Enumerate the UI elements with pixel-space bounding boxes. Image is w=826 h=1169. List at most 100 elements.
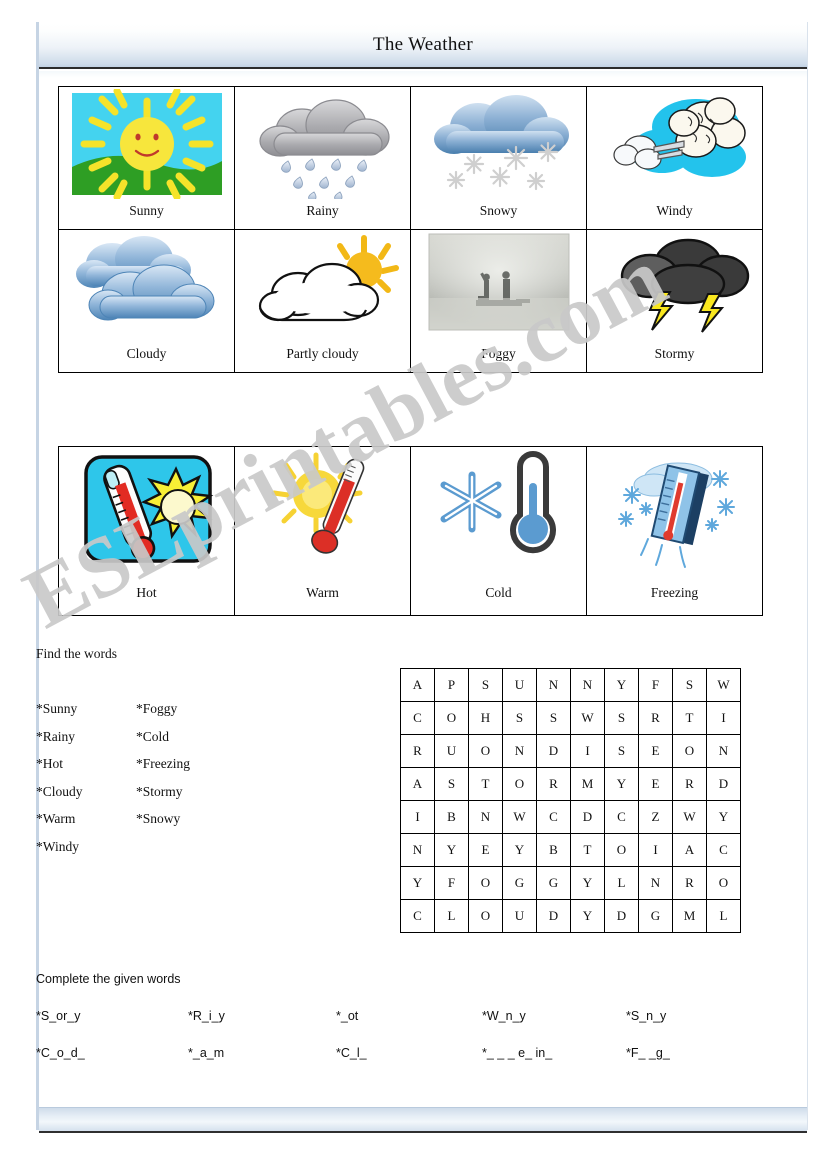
weather-card-foggy[interactable]: Foggy — [410, 229, 587, 373]
word-search-cell[interactable]: M — [672, 899, 707, 933]
word-search-cell[interactable]: L — [434, 899, 469, 933]
word-search-cell[interactable]: R — [672, 866, 707, 900]
word-search-cell[interactable]: O — [468, 866, 503, 900]
word-search-cell[interactable]: T — [570, 833, 605, 867]
complete-word-item[interactable]: *C_o_d_ — [36, 1046, 85, 1060]
word-search-cell[interactable]: E — [468, 833, 503, 867]
weather-card-stormy[interactable]: Stormy — [586, 229, 763, 373]
word-search-cell[interactable]: N — [706, 734, 741, 768]
word-search-cell[interactable]: N — [638, 866, 673, 900]
complete-word-item[interactable]: *S_or_y — [36, 1009, 80, 1023]
word-search-cell[interactable]: B — [536, 833, 571, 867]
word-search-cell[interactable]: T — [672, 701, 707, 735]
temperature-card-cold[interactable]: Cold — [410, 446, 587, 616]
word-search-cell[interactable]: U — [434, 734, 469, 768]
word-search-cell[interactable]: R — [638, 701, 673, 735]
temperature-card-freezing[interactable]: Freezing — [586, 446, 763, 616]
word-search-cell[interactable]: W — [672, 800, 707, 834]
word-search-cell[interactable]: M — [570, 767, 605, 801]
complete-word-item[interactable]: *W_n_y — [482, 1009, 526, 1023]
word-search-cell[interactable]: O — [434, 701, 469, 735]
word-search-cell[interactable]: Y — [706, 800, 741, 834]
word-search-cell[interactable]: R — [536, 767, 571, 801]
complete-word-item[interactable]: *S_n_y — [626, 1009, 666, 1023]
weather-card-windy[interactable]: Windy — [586, 86, 763, 230]
word-search-cell[interactable]: S — [468, 668, 503, 702]
word-search-cell[interactable]: L — [604, 866, 639, 900]
word-search-cell[interactable]: C — [400, 899, 435, 933]
word-search-cell[interactable]: I — [706, 701, 741, 735]
word-search-cell[interactable]: R — [400, 734, 435, 768]
complete-word-item[interactable]: *_ _ _ e_ in_ — [482, 1046, 552, 1060]
complete-word-item[interactable]: *R_i_y — [188, 1009, 225, 1023]
word-search-cell[interactable]: I — [400, 800, 435, 834]
word-search-cell[interactable]: U — [502, 899, 537, 933]
word-search-cell[interactable]: E — [638, 734, 673, 768]
word-search-cell[interactable]: O — [672, 734, 707, 768]
weather-card-snowy[interactable]: Snowy — [410, 86, 587, 230]
word-search-cell[interactable]: C — [536, 800, 571, 834]
word-search-cell[interactable]: B — [434, 800, 469, 834]
word-search-cell[interactable]: O — [604, 833, 639, 867]
word-search-cell[interactable]: A — [400, 767, 435, 801]
word-search-cell[interactable]: P — [434, 668, 469, 702]
word-search-cell[interactable]: S — [434, 767, 469, 801]
complete-word-item[interactable]: *C_l_ — [336, 1046, 367, 1060]
temperature-card-hot[interactable]: Hot — [58, 446, 235, 616]
word-search-cell[interactable]: D — [570, 800, 605, 834]
word-search-cell[interactable]: Y — [400, 866, 435, 900]
word-search-cell[interactable]: O — [706, 866, 741, 900]
weather-card-rainy[interactable]: Rainy — [234, 86, 411, 230]
word-search-cell[interactable]: W — [502, 800, 537, 834]
word-search-cell[interactable]: U — [502, 668, 537, 702]
word-search-cell[interactable]: L — [706, 899, 741, 933]
word-search-cell[interactable]: C — [400, 701, 435, 735]
word-search-cell[interactable]: N — [536, 668, 571, 702]
word-search-cell[interactable]: Y — [434, 833, 469, 867]
word-search-cell[interactable]: N — [570, 668, 605, 702]
word-search-cell[interactable]: Z — [638, 800, 673, 834]
word-search-cell[interactable]: G — [638, 899, 673, 933]
word-search-cell[interactable]: S — [672, 668, 707, 702]
temperature-card-warm[interactable]: Warm — [234, 446, 411, 616]
word-search-cell[interactable]: C — [706, 833, 741, 867]
word-search-cell[interactable]: S — [536, 701, 571, 735]
word-search-cell[interactable]: S — [604, 734, 639, 768]
word-search-cell[interactable]: F — [638, 668, 673, 702]
word-search-cell[interactable]: Y — [604, 767, 639, 801]
word-search-cell[interactable]: D — [536, 734, 571, 768]
word-search-cell[interactable]: G — [536, 866, 571, 900]
word-search-cell[interactable]: T — [468, 767, 503, 801]
word-search-cell[interactable]: C — [604, 800, 639, 834]
complete-word-item[interactable]: *_a_m — [188, 1046, 224, 1060]
word-search-cell[interactable]: Y — [570, 899, 605, 933]
word-search-cell[interactable]: H — [468, 701, 503, 735]
word-search-cell[interactable]: O — [468, 899, 503, 933]
complete-word-item[interactable]: *_ot — [336, 1009, 358, 1023]
word-search-cell[interactable]: A — [672, 833, 707, 867]
word-search-cell[interactable]: F — [434, 866, 469, 900]
weather-card-cloudy[interactable]: Cloudy — [58, 229, 235, 373]
word-search-grid[interactable]: APSUNNYFSWCOHSSWSRTIRUONDISEONASTORMYERD… — [400, 668, 741, 933]
word-search-cell[interactable]: W — [570, 701, 605, 735]
word-search-cell[interactable]: R — [672, 767, 707, 801]
word-search-cell[interactable]: G — [502, 866, 537, 900]
word-search-cell[interactable]: I — [638, 833, 673, 867]
word-search-cell[interactable]: D — [536, 899, 571, 933]
word-search-cell[interactable]: S — [502, 701, 537, 735]
word-search-cell[interactable]: D — [706, 767, 741, 801]
weather-card-sunny[interactable]: Sunny — [58, 86, 235, 230]
weather-card-partly-cloudy[interactable]: Partly cloudy — [234, 229, 411, 373]
complete-word-item[interactable]: *F_ _g_ — [626, 1046, 670, 1060]
word-search-cell[interactable]: N — [400, 833, 435, 867]
word-search-cell[interactable]: Y — [570, 866, 605, 900]
word-search-cell[interactable]: O — [468, 734, 503, 768]
word-search-cell[interactable]: Y — [502, 833, 537, 867]
word-search-cell[interactable]: S — [604, 701, 639, 735]
word-search-cell[interactable]: A — [400, 668, 435, 702]
word-search-cell[interactable]: I — [570, 734, 605, 768]
word-search-cell[interactable]: N — [502, 734, 537, 768]
word-search-cell[interactable]: O — [502, 767, 537, 801]
word-search-cell[interactable]: N — [468, 800, 503, 834]
word-search-cell[interactable]: E — [638, 767, 673, 801]
